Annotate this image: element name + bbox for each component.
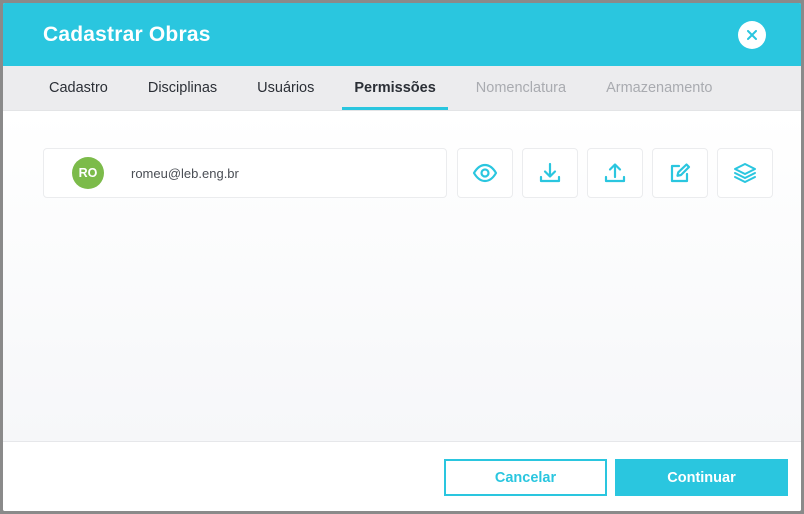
edit-icon [670, 163, 691, 183]
register-works-modal: Cadastrar Obras Cadastro Disciplinas Usu… [3, 3, 801, 511]
close-icon [747, 29, 757, 40]
download-icon [539, 162, 561, 183]
tab-armazenamento: Armazenamento [606, 80, 713, 96]
tab-usuarios[interactable]: Usuários [239, 66, 332, 110]
modal-footer: Cancelar Continuar [3, 441, 801, 511]
modal-title: Cadastrar Obras [43, 22, 211, 46]
view-permission-button[interactable] [457, 148, 513, 198]
layers-icon [734, 163, 756, 183]
download-permission-button[interactable] [522, 148, 578, 198]
tab-nomenclatura: Nomenclatura [475, 80, 567, 96]
close-button[interactable] [738, 20, 766, 49]
user-row: RO romeu@leb.eng.br [43, 148, 447, 198]
layers-permission-button[interactable] [717, 148, 773, 198]
continue-button[interactable]: Continuar [615, 459, 788, 496]
edit-permission-button[interactable] [652, 148, 708, 198]
modal-header: Cadastrar Obras [3, 3, 801, 66]
upload-icon [604, 163, 626, 183]
permissions-panel: RO romeu@leb.eng.br [3, 110, 801, 441]
avatar: RO [72, 157, 104, 189]
tab-permissoes[interactable]: Permissões [336, 66, 453, 110]
cancel-button[interactable]: Cancelar [444, 459, 607, 496]
upload-permission-button[interactable] [587, 148, 643, 198]
eye-icon [472, 163, 498, 183]
tab-bar: Cadastro Disciplinas Usuários Permissões… [3, 66, 801, 110]
tab-cadastro[interactable]: Cadastro [31, 66, 126, 110]
tab-disciplinas[interactable]: Disciplinas [130, 66, 235, 110]
user-email: romeu@leb.eng.br [131, 165, 239, 181]
